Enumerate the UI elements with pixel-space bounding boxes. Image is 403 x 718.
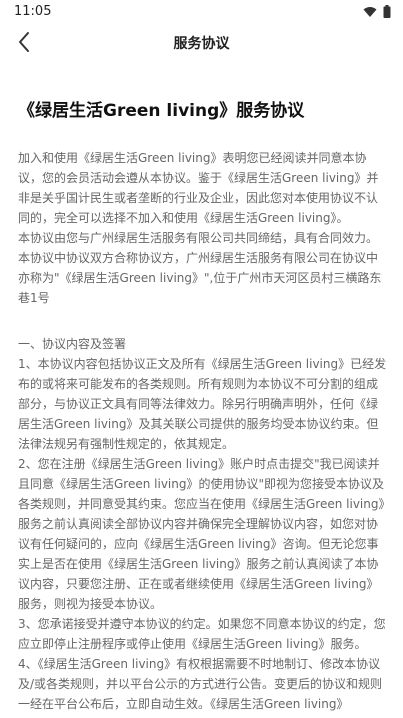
agreement-content: 《绿居生活Green living》服务协议 加入和使用《绿居生活Green l… <box>18 96 388 714</box>
intro-paragraph: 加入和使用《绿居生活Green living》表明您已经阅读并同意本协议，您的会… <box>18 151 379 225</box>
status-bar: 11:05 <box>0 0 403 24</box>
status-icons <box>363 5 391 18</box>
clause-paragraph: 1、本协议内容包括协议正文及所有《绿居生活Green living》已经发布的或… <box>18 357 387 451</box>
clause-paragraph: 2、您在注册《绿居生活Green living》账户时点击提交"我已阅读并且同意… <box>18 457 385 611</box>
clause-paragraph: 3、您承诺接受并遵守本协议的约定。如果您不同意本协议的约定，您应立即停止注册程序… <box>18 617 386 651</box>
section-heading: 一、协议内容及签署 <box>18 337 127 351</box>
app-bar: 服务协议 <box>0 24 403 60</box>
status-time: 11:05 <box>14 4 52 19</box>
page-title: 服务协议 <box>173 36 230 52</box>
intro-paragraph: 本协议中协议双方合称协议方，广州绿居生活服务有限公司在协议中亦称为"《绿居生活G… <box>18 251 382 305</box>
document-title: 《绿居生活Green living》服务协议 <box>18 101 305 121</box>
battery-icon <box>383 5 391 18</box>
clause-paragraph: 4、《绿居生活Green living》有权根据需要不时地制订、修改本协议及/或… <box>18 657 383 711</box>
intro-paragraph: 本协议由您与广州绿居生活服务有限公司共同缔结，具有合同效力。 <box>18 231 379 245</box>
wifi-icon <box>363 6 377 17</box>
